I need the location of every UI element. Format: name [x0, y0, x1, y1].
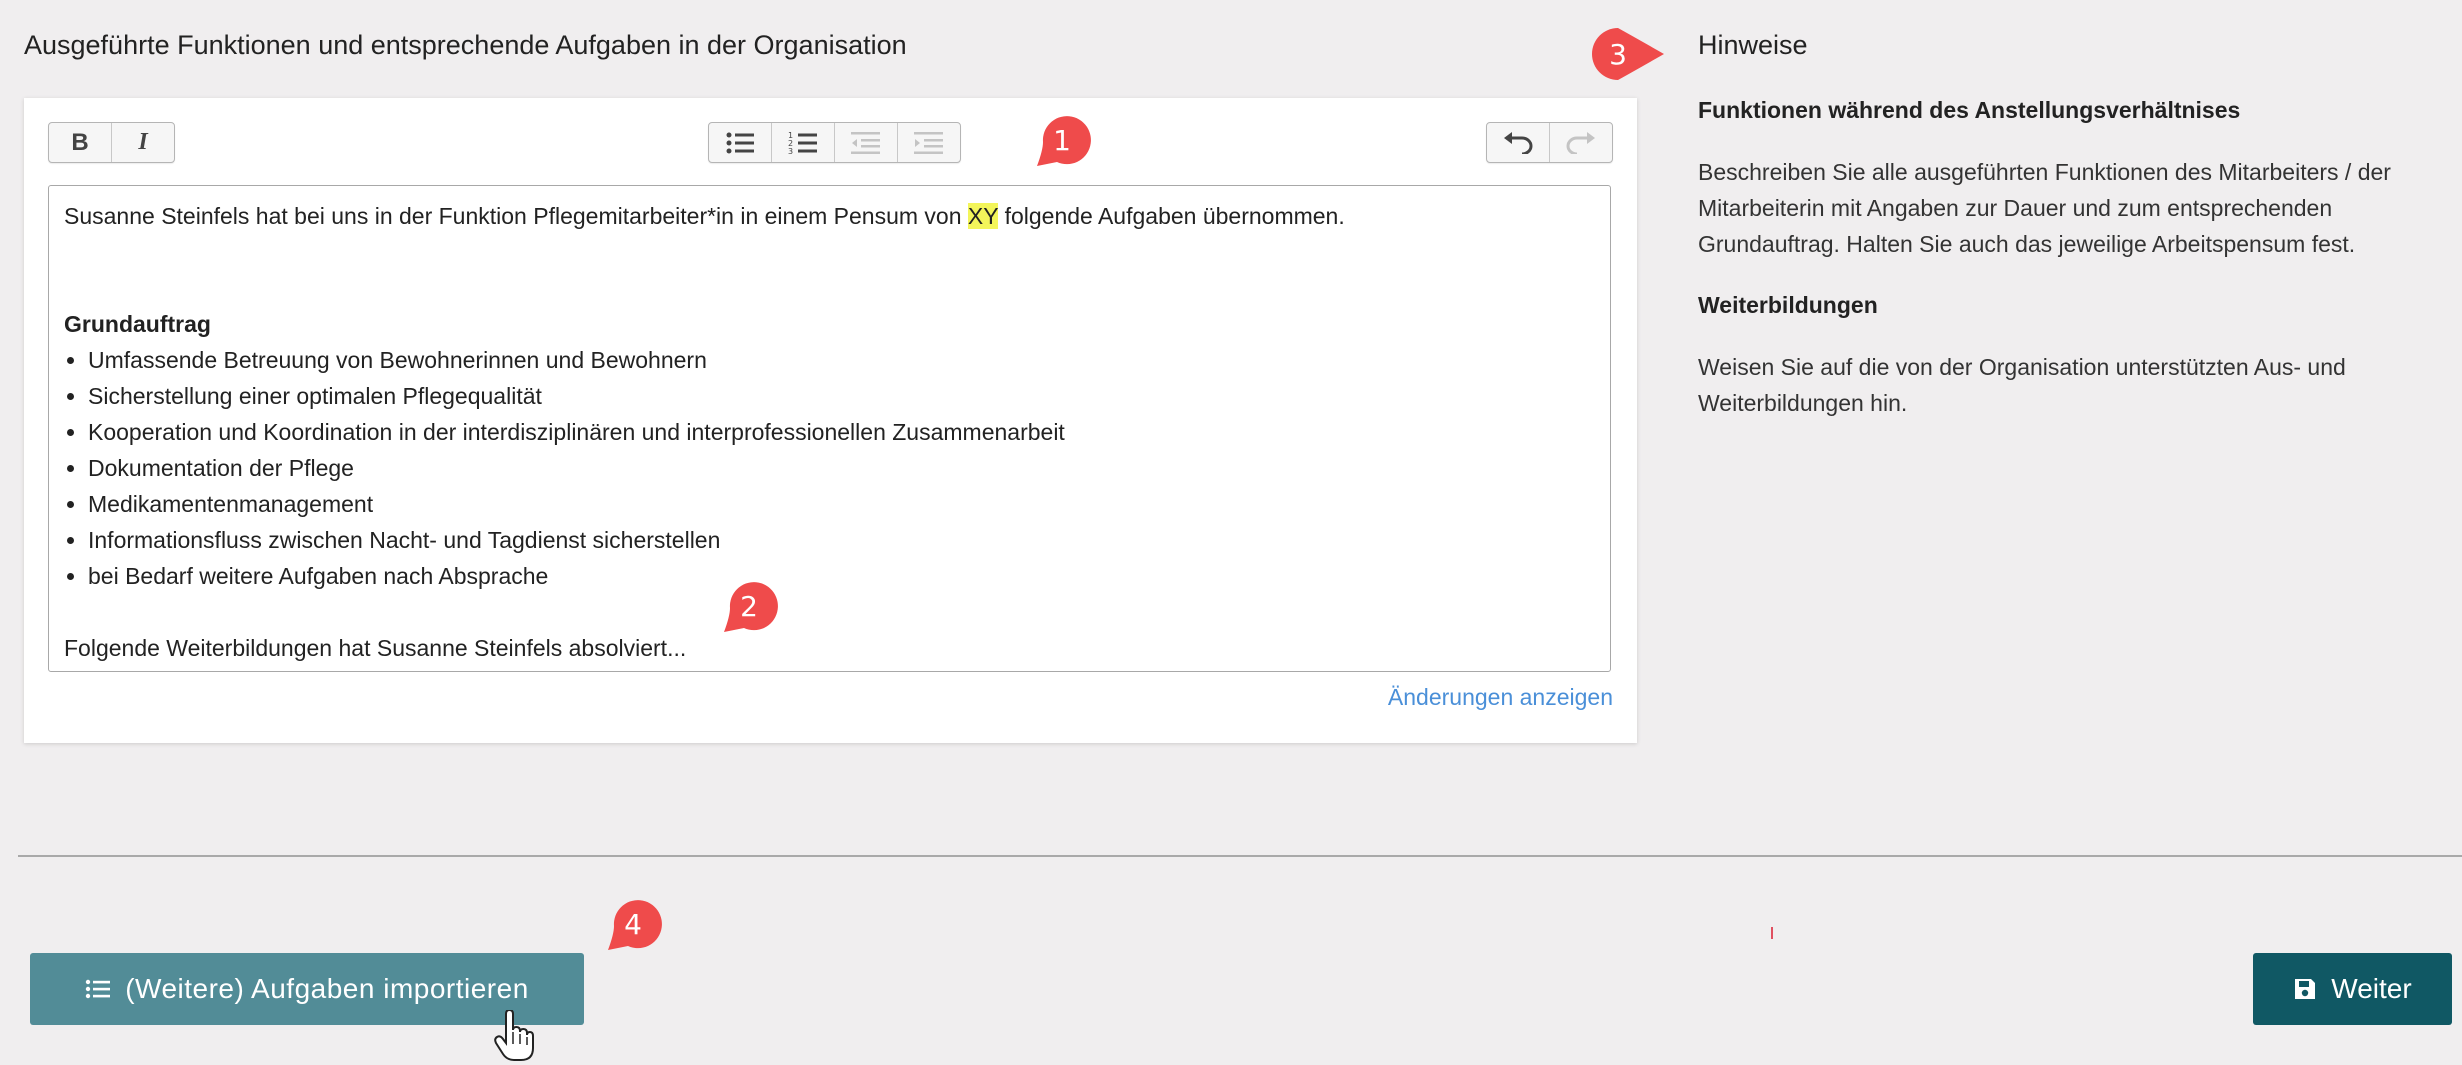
callout-marker-2: 2: [716, 576, 782, 636]
italic-button[interactable]: I: [112, 123, 174, 162]
hand-cursor-icon: [494, 1010, 534, 1061]
next-button-label: Weiter: [2331, 973, 2412, 1004]
indent-icon: [914, 131, 943, 154]
list-toolbar-group: 1 2 3: [708, 122, 961, 163]
redo-button[interactable]: [1550, 123, 1612, 162]
intro-text-before: Susanne Steinfels hat bei uns in der Fun…: [64, 203, 968, 229]
section-title: Ausgeführte Funktionen und entsprechende…: [24, 30, 907, 60]
redo-icon: [1566, 131, 1595, 154]
hint-heading: Weiterbildungen: [1698, 292, 1878, 318]
callout-marker-3: 3: [1588, 24, 1664, 84]
hint-text: Weisen Sie auf die von der Organisation …: [1698, 354, 2346, 416]
intro-text-after: folgende Aufgaben übernommen.: [998, 203, 1345, 229]
stray-mark: [1771, 927, 1773, 939]
hint-text: Beschreiben Sie alle ausgeführten Funkti…: [1698, 159, 2391, 257]
list-item: Kooperation und Koordination in der inte…: [88, 414, 1595, 450]
save-icon: [2295, 979, 2316, 999]
format-toolbar-group: B I: [48, 122, 175, 163]
closing-paragraph: Folgende Weiterbildungen hat Susanne Ste…: [64, 635, 687, 661]
list-item: Medikamentenmanagement: [88, 486, 1595, 522]
list-item: Sicherstellung einer optimalen Pflegequa…: [88, 378, 1595, 414]
page: Ausgeführte Funktionen und entsprechende…: [0, 0, 2462, 1065]
numbered-list-icon: 1 2 3: [788, 131, 817, 155]
list-item: Informationsfluss zwischen Nacht- und Ta…: [88, 522, 1595, 558]
callout-marker-4: 4: [600, 894, 666, 954]
bullet-list-icon: [726, 132, 754, 153]
list-icon: [86, 979, 111, 999]
placeholder-highlight: XY: [967, 203, 999, 229]
divider: [18, 855, 2462, 857]
hint-heading: Funktionen während des Anstellungsverhäl…: [1698, 97, 2241, 123]
list-item: Dokumentation der Pflege: [88, 450, 1595, 486]
undo-icon: [1504, 131, 1533, 154]
next-button[interactable]: Weiter: [2253, 953, 2452, 1025]
callout-marker-1: 1: [1029, 110, 1095, 170]
hints-panel: Hinweise Funktionen während des Anstellu…: [1698, 30, 2438, 451]
history-toolbar-group: [1486, 122, 1613, 163]
bullet-list-button[interactable]: [709, 123, 772, 162]
indent-button[interactable]: [898, 123, 960, 162]
numbered-list-button[interactable]: 1 2 3: [772, 123, 835, 162]
list-item: bei Bedarf weitere Aufgaben nach Absprac…: [88, 558, 1595, 594]
bold-button[interactable]: B: [49, 123, 112, 162]
task-list: Umfassende Betreuung von Bewohnerinnen u…: [64, 342, 1595, 594]
intro-paragraph: Susanne Steinfels hat bei uns in der Fun…: [64, 198, 1595, 234]
editor-card: B I 1 2 3 Susanne Steinfels hat bei uns …: [24, 98, 1637, 743]
svg-text:3: 3: [788, 147, 793, 155]
outdent-button[interactable]: [835, 123, 898, 162]
editor-heading: Grundauftrag: [64, 311, 211, 337]
rich-text-editor[interactable]: Susanne Steinfels hat bei uns in der Fun…: [48, 185, 1611, 672]
hints-title: Hinweise: [1698, 30, 1808, 60]
undo-button[interactable]: [1487, 123, 1550, 162]
outdent-icon: [851, 131, 880, 154]
import-button-label: (Weitere) Aufgaben importieren: [125, 973, 529, 1004]
show-changes-link[interactable]: Änderungen anzeigen: [1388, 684, 1613, 711]
list-item: Umfassende Betreuung von Bewohnerinnen u…: [88, 342, 1595, 378]
